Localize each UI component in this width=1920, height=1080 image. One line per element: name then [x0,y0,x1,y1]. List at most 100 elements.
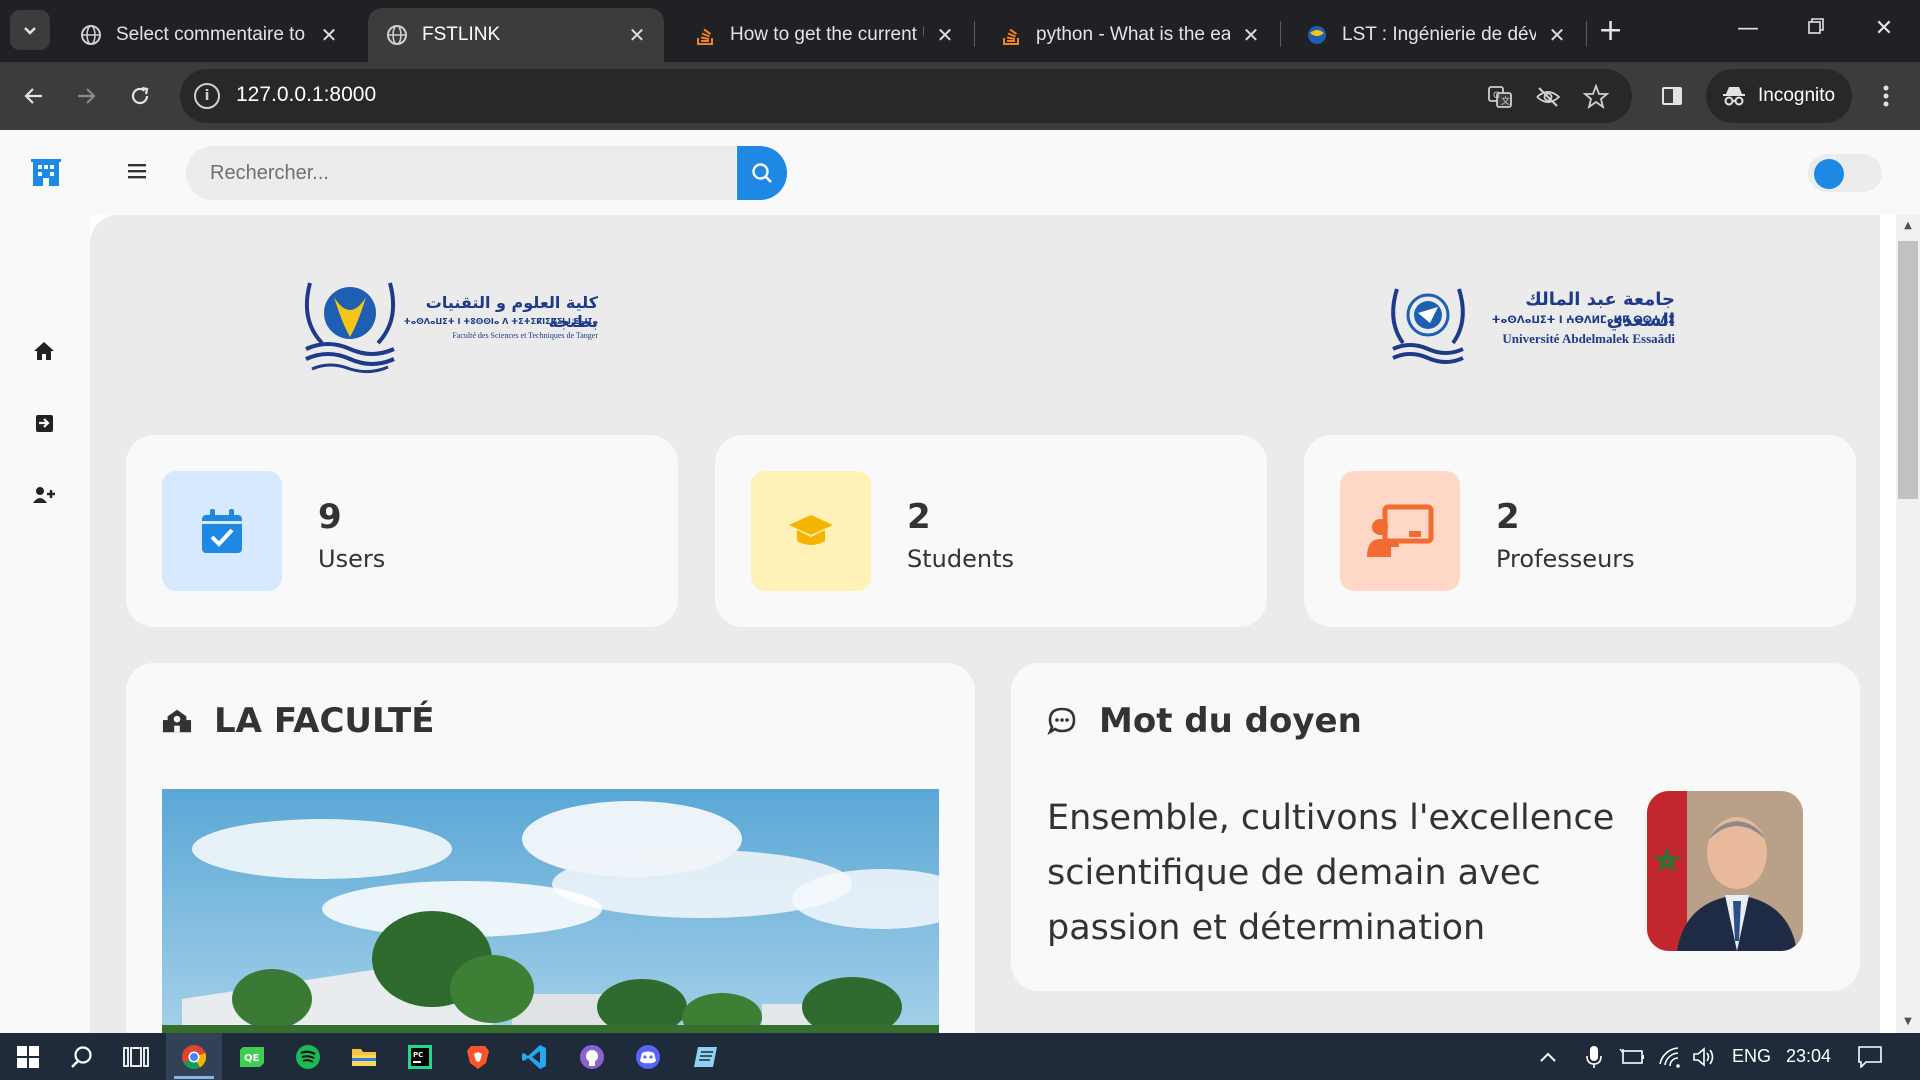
chevron-up-icon [1540,1052,1556,1062]
search-input[interactable] [186,146,736,200]
taskbar-notes-app[interactable] [678,1033,734,1080]
uae-logo-tifinagh: ⵜⴰⵙⴷⴰⵡⵉⵜ ⵏ ⵄⴱⴷⵍⵎⴰⵍⴽ ⵙⵙⵄⴷⵉ [1491,315,1675,326]
taskbar-pycharm[interactable]: PC [392,1033,448,1080]
taskbar-file-explorer[interactable] [336,1033,392,1080]
close-window-button[interactable]: ✕ [1864,12,1904,46]
stat-label: Professeurs [1496,545,1635,573]
browser-tab[interactable]: LST : Ingénierie de dévelo ✕ [1288,8,1584,62]
tab-title: python - What is the easi [1036,24,1230,45]
tab-close-icon[interactable]: ✕ [1546,23,1568,48]
browser-menu-button[interactable] [1866,76,1906,116]
taskbar-qt-app[interactable]: QE [224,1033,280,1080]
battery-plug-icon [1619,1048,1644,1064]
chrome-icon [182,1044,207,1069]
sidebar-item-home[interactable] [30,337,58,365]
school-icon [162,706,192,736]
taskbar-search-button[interactable] [54,1033,110,1080]
new-tab-button[interactable]: + [1598,14,1623,48]
sidebar-item-register[interactable] [30,481,58,509]
browser-tab-active[interactable]: FSTLINK ✕ [368,8,664,62]
svg-text:文: 文 [1501,95,1510,107]
page-scrollbar-thumb[interactable] [1898,241,1918,499]
task-view-button[interactable] [108,1033,164,1080]
hamburger-menu-icon[interactable] [126,160,150,182]
site-info-icon[interactable]: i [194,83,220,109]
taskbar-chrome[interactable] [166,1033,222,1080]
restore-button[interactable] [1796,12,1836,46]
tray-battery[interactable] [1616,1033,1648,1080]
search-form [186,146,787,200]
incognito-indicator[interactable]: Incognito [1706,69,1852,123]
fst-logo-french: Faculté des Sciences et Techniques de Ta… [452,331,598,340]
reload-button[interactable] [120,76,160,116]
scroll-down-arrow[interactable]: ▼ [1899,1016,1917,1027]
tab-title: FSTLINK [422,24,501,45]
address-bar[interactable]: i 127.0.0.1:8000 G文 [180,69,1632,123]
taskbar-discord[interactable] [620,1033,676,1080]
building-logo-icon[interactable] [30,156,62,188]
tab-search-button[interactable] [10,10,50,50]
taskbar-github-desktop[interactable] [564,1033,620,1080]
forward-button[interactable] [66,76,106,116]
minimize-button[interactable]: — [1728,12,1768,46]
theme-toggle[interactable] [1808,154,1882,192]
stackoverflow-icon [694,24,716,46]
tab-close-icon[interactable]: ✕ [934,23,956,48]
back-button[interactable] [14,76,54,116]
windows-logo-icon [17,1045,39,1068]
chevron-down-icon [24,27,36,35]
doyen-quote: Ensemble, cultivons l'excellence scienti… [1047,798,1615,948]
search-button[interactable] [737,146,787,200]
main-content: كلية العلوم و التقنيات بطنجة ⵜⴰⵙⴷⴰⵡⵉⵜ ⵏ … [90,215,1880,1033]
fst-logo-tifinagh: ⵜⴰⵙⴷⴰⵡⵉⵜ ⵏ ⵜⵓⵙⵙⵏⴰ ⴷ ⵜⵉⵜⵉⴽⵏⵉⴽⵉⵏ ⵏ ⵟⴰⵏⵊⴰ [403,317,598,326]
windows-taskbar: QE PC ENG 23:04 [0,1033,1920,1080]
brave-lion-icon [467,1045,489,1069]
notification-center-button[interactable] [1846,1033,1894,1080]
stat-value: 9 [318,497,342,537]
graduation-cap-icon [789,515,833,545]
browser-tab[interactable]: How to get the current U ✕ [676,8,972,62]
scroll-up-arrow[interactable]: ▲ [1899,220,1917,231]
tab-close-icon[interactable]: ✕ [1240,23,1262,48]
translate-icon[interactable]: G文 [1486,83,1514,111]
taskbar-brave[interactable] [450,1033,506,1080]
browser-tab[interactable]: python - What is the easi ✕ [982,8,1278,62]
user-plus-icon [33,487,55,503]
stat-icon-box [162,471,282,591]
stat-card-students[interactable]: 2 Students [715,435,1267,627]
tracking-protection-eye-icon[interactable] [1534,83,1562,111]
svg-text:G: G [1493,91,1500,101]
tray-overflow-button[interactable] [1532,1033,1564,1080]
bookmark-star-icon[interactable] [1582,83,1610,111]
windows-start-button[interactable] [0,1033,56,1080]
browser-tab[interactable]: Select commentaire to ch ✕ [62,8,356,62]
tray-clock[interactable]: 23:04 [1786,1046,1831,1067]
tray-language[interactable]: ENG [1732,1046,1771,1067]
taskbar-spotify[interactable] [280,1033,336,1080]
pycharm-icon: PC [408,1044,432,1069]
tray-volume[interactable] [1688,1033,1720,1080]
tray-microphone[interactable] [1578,1033,1610,1080]
browser-toolbar: i 127.0.0.1:8000 G文 Incognito [0,62,1920,130]
incognito-label: Incognito [1758,85,1836,106]
arrow-left-icon [24,88,42,104]
side-panel-button[interactable] [1652,76,1692,116]
discord-icon [636,1044,660,1069]
uae-logo: جامعة عبد المالك السعدي ⵜⴰⵙⴷⴰⵡⵉⵜ ⵏ ⵄⴱⴷⵍⵎ… [1385,285,1675,369]
tray-wifi[interactable] [1654,1033,1686,1080]
reload-icon [131,86,149,105]
address-url[interactable]: 127.0.0.1:8000 [236,83,376,107]
tab-close-icon[interactable]: ✕ [318,23,340,48]
speaker-icon [1693,1046,1714,1067]
stat-card-users[interactable]: 9 Users [126,435,678,627]
stat-card-professeurs[interactable]: 2 Professeurs [1304,435,1856,627]
more-vertical-icon [1883,85,1889,107]
globe-icon [80,24,102,46]
taskbar-vscode[interactable] [506,1033,562,1080]
tab-separator [1586,21,1587,47]
uae-logo-emblem [1391,288,1465,364]
tab-close-icon[interactable]: ✕ [626,23,648,48]
active-app-indicator [174,1076,214,1079]
doyen-title: Mot du doyen [1099,701,1362,741]
sidebar-item-login[interactable] [30,409,58,437]
